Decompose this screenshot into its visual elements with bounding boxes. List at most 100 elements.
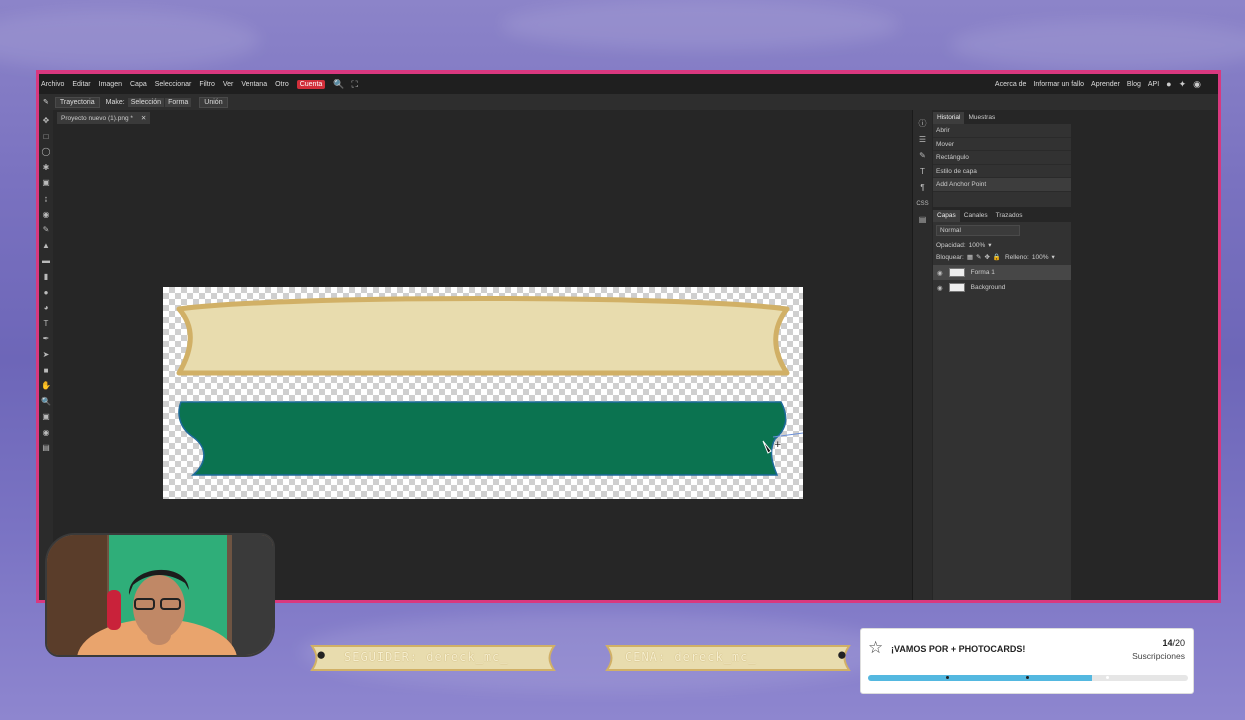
menu-bar: Archivo Editar Imagen Capa Seleccionar F… <box>39 74 1218 94</box>
reddit-icon[interactable]: ● <box>1166 79 1171 89</box>
background-cloud <box>950 20 1245 70</box>
goal-count: 14/20 <box>1162 638 1185 648</box>
history-item[interactable]: Abrir <box>933 124 1071 138</box>
brush-tool-icon[interactable]: ✎ <box>43 222 50 238</box>
paragraph-panel-icon[interactable]: ¶ <box>920 180 924 196</box>
pen-tool-icon[interactable]: ✒ <box>43 331 50 347</box>
layer-name: Forma 1 <box>970 269 995 276</box>
tab-trazados[interactable]: Trazados <box>992 210 1027 222</box>
tab-historial[interactable]: Historial <box>933 112 965 124</box>
info-icon[interactable]: ⓘ <box>919 116 927 132</box>
menu-capa[interactable]: Capa <box>130 81 147 88</box>
visibility-eye-icon[interactable]: ◉ <box>937 284 943 292</box>
twitter-icon[interactable]: ✦ <box>1179 79 1187 90</box>
follower-banner-text: SEGUIDER: dereck_mc_ <box>344 650 509 664</box>
subscription-goal-widget: ☆ ¡VAMOS POR + PHOTOCARDS! 14/20 Suscrip… <box>860 628 1194 694</box>
panda-icon: ● <box>836 645 847 664</box>
opacity-row: Opacidad: 100% ▾ <box>933 239 1071 251</box>
path-mode-select[interactable]: Trayectoria <box>54 96 100 108</box>
quick-mask-icon[interactable]: ◉ <box>43 425 50 441</box>
panda-icon: ● <box>316 645 327 664</box>
layer-row[interactable]: ◉ Forma 1 <box>933 265 1071 280</box>
fullscreen-icon[interactable]: ⛶ <box>352 79 358 90</box>
link-informar-fallo[interactable]: Informar un fallo <box>1033 81 1084 88</box>
svg-text:+: + <box>774 440 782 450</box>
document-tab[interactable]: Proyecto nuevo (1).png * ✕ <box>57 112 151 124</box>
menu-seleccionar[interactable]: Seleccionar <box>155 81 192 88</box>
hand-tool-icon[interactable]: ✋ <box>41 378 51 394</box>
menu-editar[interactable]: Editar <box>72 81 90 88</box>
history-item[interactable]: Add Anchor Point <box>933 178 1071 192</box>
history-panel-tabs: Historial Muestras <box>933 112 1071 124</box>
menu-filtro[interactable]: Filtro <box>199 81 215 88</box>
color-swatches-icon[interactable]: ▣ <box>42 409 50 425</box>
eyedropper-tool-icon[interactable]: ↨ <box>44 191 48 207</box>
make-selection-button[interactable]: Selección <box>127 97 165 107</box>
tab-canales[interactable]: Canales <box>960 210 992 222</box>
menu-ventana[interactable]: Ventana <box>241 81 267 88</box>
menu-ver[interactable]: Ver <box>223 81 234 88</box>
document-canvas[interactable]: + <box>163 287 803 499</box>
menu-otro[interactable]: Otro <box>275 81 289 88</box>
history-item[interactable]: Estilo de capa <box>933 165 1071 178</box>
visibility-eye-icon[interactable]: ◉ <box>937 269 943 277</box>
blend-mode-select[interactable]: Normal <box>936 225 1020 236</box>
menu-imagen[interactable]: Imagen <box>99 81 122 88</box>
zoom-tool-icon[interactable]: 🔍 <box>41 394 51 410</box>
facebook-icon[interactable]: ◉ <box>1193 79 1201 90</box>
link-aprender[interactable]: Aprender <box>1091 81 1120 88</box>
history-item[interactable]: Rectángulo <box>933 151 1071 165</box>
close-tab-icon[interactable]: ✕ <box>141 114 146 122</box>
goal-milestone-marker <box>1026 676 1029 679</box>
layer-thumbnail <box>948 268 965 277</box>
tab-muestras[interactable]: Muestras <box>964 112 999 124</box>
shape-tool-icon[interactable]: ■ <box>44 363 49 379</box>
fill-dropdown-icon[interactable]: ▾ <box>1051 253 1054 261</box>
screen-mode-icon[interactable]: ▤ <box>42 440 50 456</box>
background-cloud <box>500 0 900 50</box>
eraser-tool-icon[interactable]: ▬ <box>42 253 50 269</box>
magic-wand-tool-icon[interactable]: ✱ <box>43 160 50 176</box>
lasso-tool-icon[interactable]: ◯ <box>42 144 51 160</box>
crop-tool-icon[interactable]: ▣ <box>42 175 50 191</box>
dodge-tool-icon[interactable]: ◕ <box>44 300 49 316</box>
opacity-field[interactable]: 100% <box>969 242 986 249</box>
lock-all-icon[interactable]: 🔒 <box>993 253 1001 261</box>
search-icon[interactable]: 🔍 <box>333 79 344 90</box>
fill-field[interactable]: 100% <box>1032 254 1049 261</box>
menu-archivo[interactable]: Archivo <box>41 81 64 88</box>
lock-pixels-icon[interactable]: ✎ <box>976 253 981 261</box>
fill-label: Relleno: <box>1004 253 1029 261</box>
history-item[interactable]: Mover <box>933 138 1071 151</box>
brush-panel-icon[interactable]: ✎ <box>919 148 926 164</box>
goal-milestone-marker <box>1106 676 1109 679</box>
link-api[interactable]: API <box>1148 81 1159 88</box>
type-tool-icon[interactable]: T <box>44 316 49 332</box>
dinner-banner: CENA: dereck_mc_ ● <box>603 643 853 673</box>
goal-title: ¡VAMOS POR + PHOTOCARDS! <box>891 644 1026 654</box>
combine-mode-select[interactable]: Unión <box>199 96 228 108</box>
path-select-tool-icon[interactable]: ➤ <box>43 347 50 363</box>
gradient-tool-icon[interactable]: ▮ <box>44 269 48 285</box>
character-panel-icon[interactable]: T <box>920 164 925 180</box>
photopea-window: Archivo Editar Imagen Capa Seleccionar F… <box>36 70 1221 603</box>
opacity-dropdown-icon[interactable]: ▾ <box>988 241 991 249</box>
lock-position-icon[interactable]: ✥ <box>984 253 989 261</box>
menu-cuenta-button[interactable]: Cuenta <box>296 79 326 89</box>
green-banner-shape <box>178 401 787 476</box>
healing-tool-icon[interactable]: ◉ <box>43 207 50 223</box>
blur-tool-icon[interactable]: ● <box>44 285 49 301</box>
marquee-tool-icon[interactable]: □ <box>44 129 49 145</box>
make-label: Make: <box>105 98 125 106</box>
css-panel-icon[interactable]: CSS <box>916 196 928 212</box>
move-tool-icon[interactable]: ✥ <box>43 113 50 129</box>
lock-transparency-icon[interactable]: ▦ <box>967 253 973 261</box>
tab-capas[interactable]: Capas <box>933 210 960 222</box>
properties-icon[interactable]: ☰ <box>919 132 926 148</box>
image-panel-icon[interactable]: ▤ <box>919 212 927 228</box>
link-acerca-de[interactable]: Acerca de <box>995 81 1027 88</box>
layer-row[interactable]: ◉ Background <box>933 280 1071 295</box>
make-shape-button[interactable]: Forma <box>165 97 192 107</box>
link-blog[interactable]: Blog <box>1127 81 1141 88</box>
clone-stamp-tool-icon[interactable]: ▲ <box>42 238 50 254</box>
